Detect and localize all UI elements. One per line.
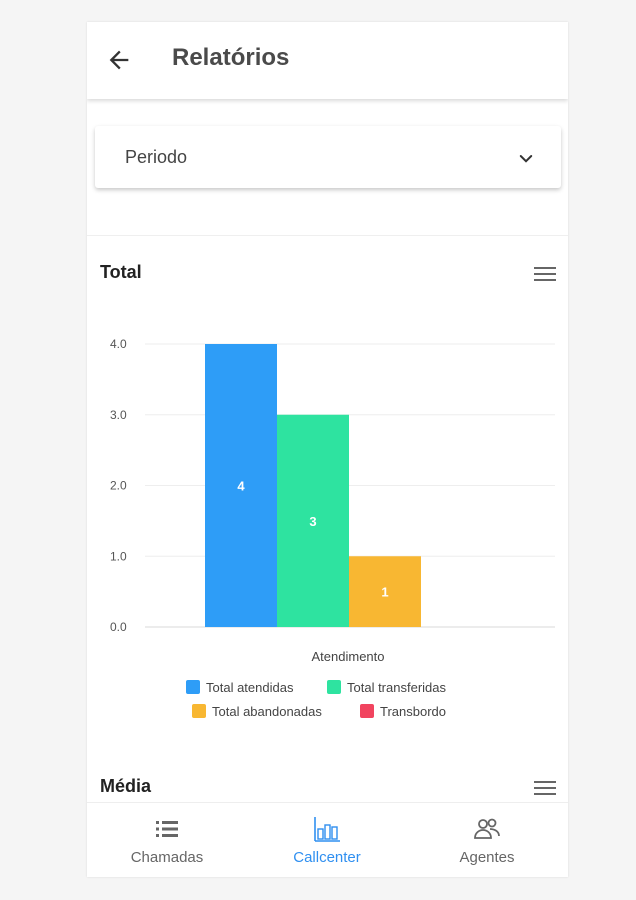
y-tick-label: 1.0 xyxy=(110,549,127,563)
section-title-total: Total xyxy=(100,262,142,282)
app-bar: Relatórios xyxy=(87,22,568,99)
tab-chamadas[interactable]: Chamadas xyxy=(87,803,247,877)
bar-chart-icon xyxy=(314,817,340,842)
section-divider xyxy=(87,235,568,236)
legend-swatch xyxy=(360,704,374,718)
period-dropdown[interactable]: Periodo xyxy=(95,126,561,188)
legend-label: Total abandonadas xyxy=(212,704,322,719)
y-tick-label: 0.0 xyxy=(110,620,127,634)
bar-data-label: 1 xyxy=(381,585,388,600)
legend-label: Total transferidas xyxy=(347,680,446,695)
bar-data-label: 4 xyxy=(237,479,245,494)
tab-label: Agentes xyxy=(459,849,515,866)
y-tick-label: 4.0 xyxy=(110,337,127,351)
legend-swatch xyxy=(327,680,341,694)
tab-label: Callcenter xyxy=(293,849,361,866)
legend-label: Total atendidas xyxy=(206,680,294,695)
legend-label: Transbordo xyxy=(380,704,446,719)
tab-callcenter[interactable]: Callcenter xyxy=(247,803,407,877)
total-bar-chart: 0.0 1.0 2.0 3.0 4.0 4 3 1 Atendimento Total atend… xyxy=(110,337,555,719)
bar-data-label: 3 xyxy=(309,514,316,529)
legend-swatch xyxy=(192,704,206,718)
page-title: Relatórios xyxy=(172,44,290,71)
hamburger-menu-icon[interactable] xyxy=(534,780,556,796)
chevron-down-icon xyxy=(519,155,533,163)
x-category-label: Atendimento xyxy=(312,649,385,664)
hamburger-menu-icon[interactable] xyxy=(534,266,556,282)
tab-agentes[interactable]: Agentes xyxy=(407,803,567,877)
legend-swatch xyxy=(186,680,200,694)
people-icon xyxy=(474,818,500,839)
arrow-left-icon[interactable] xyxy=(105,46,133,74)
section-title-media: Média xyxy=(100,776,152,796)
tab-label: Chamadas xyxy=(130,849,204,866)
y-tick-label: 2.0 xyxy=(110,479,127,493)
list-icon xyxy=(156,821,178,837)
bottom-tab-bar: Chamadas Callcenter Agentes xyxy=(87,802,568,877)
period-label: Periodo xyxy=(125,147,188,167)
y-tick-label: 3.0 xyxy=(110,408,127,422)
app-screen: Relatórios Periodo Total 0.0 1.0 2.0 3.0 4.0… xyxy=(87,22,568,877)
